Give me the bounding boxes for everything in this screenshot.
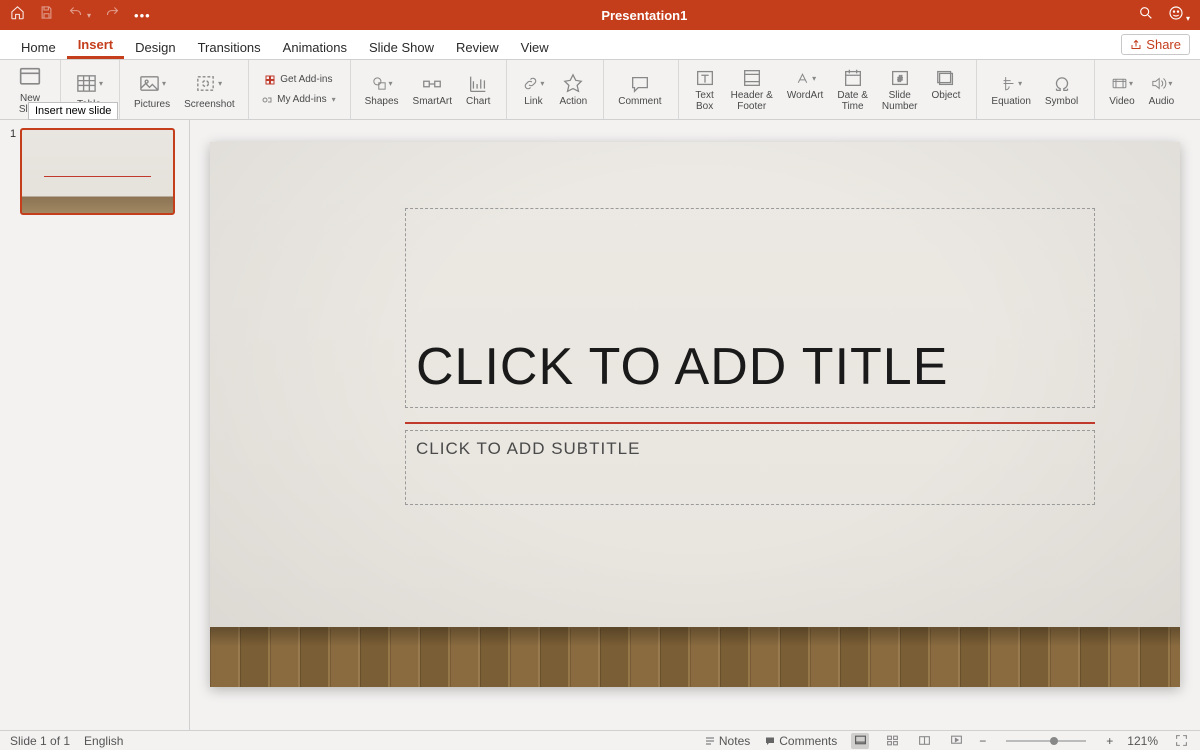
ribbon-tabs: Home Insert Design Transitions Animation… bbox=[0, 30, 1200, 60]
chart-button[interactable]: Chart bbox=[460, 71, 496, 109]
comment-icon bbox=[629, 73, 651, 95]
tab-slideshow[interactable]: Slide Show bbox=[358, 34, 445, 59]
symbol-icon bbox=[1051, 73, 1073, 95]
ribbon: New Slide ▾ Table ▾ Pictures ▾ Screensho… bbox=[0, 60, 1200, 120]
title-divider bbox=[405, 422, 1095, 424]
tab-home[interactable]: Home bbox=[10, 34, 67, 59]
tab-view[interactable]: View bbox=[510, 34, 560, 59]
equation-icon: ▾ bbox=[1000, 73, 1022, 95]
audio-button[interactable]: ▾ Audio bbox=[1143, 71, 1181, 109]
screenshot-button[interactable]: ▾ Screenshot bbox=[178, 68, 238, 112]
datetime-button[interactable]: Date & Time bbox=[831, 65, 874, 114]
tab-design[interactable]: Design bbox=[124, 34, 186, 59]
textbox-button[interactable]: Text Box bbox=[687, 65, 723, 114]
symbol-button[interactable]: Symbol bbox=[1039, 71, 1084, 109]
slide[interactable]: CLICK TO ADD TITLE CLICK TO ADD SUBTITLE bbox=[210, 142, 1180, 687]
redo-icon[interactable] bbox=[105, 5, 120, 25]
tab-insert[interactable]: Insert bbox=[67, 31, 124, 59]
home-icon[interactable] bbox=[10, 5, 25, 25]
datetime-icon bbox=[842, 67, 864, 89]
video-icon: ▾ bbox=[1111, 73, 1133, 95]
shapes-icon: ▾ bbox=[371, 73, 393, 95]
shapes-button[interactable]: ▾ Shapes bbox=[359, 71, 405, 109]
object-button[interactable]: Object bbox=[926, 65, 967, 114]
save-icon[interactable] bbox=[39, 5, 54, 25]
reading-view-icon[interactable] bbox=[915, 733, 933, 749]
chart-icon bbox=[467, 73, 489, 95]
my-addins-button[interactable]: My Add-ins▾ bbox=[257, 92, 339, 108]
subtitle-text: CLICK TO ADD SUBTITLE bbox=[416, 439, 1084, 459]
share-button[interactable]: Share bbox=[1121, 34, 1190, 55]
smartart-button[interactable]: SmartArt bbox=[407, 71, 458, 109]
tab-review[interactable]: Review bbox=[445, 34, 510, 59]
undo-icon[interactable] bbox=[68, 5, 83, 25]
search-icon[interactable] bbox=[1138, 5, 1154, 26]
thumb-number: 1 bbox=[10, 128, 16, 215]
tab-animations[interactable]: Animations bbox=[272, 34, 358, 59]
status-bar: Slide 1 of 1 English Notes Comments − + … bbox=[0, 730, 1200, 750]
header-footer-button[interactable]: Header & Footer bbox=[725, 65, 779, 114]
language-indicator[interactable]: English bbox=[84, 734, 123, 748]
slideshow-view-icon[interactable] bbox=[947, 733, 965, 749]
more-icon[interactable]: ••• bbox=[134, 8, 151, 23]
slide-indicator[interactable]: Slide 1 of 1 bbox=[10, 734, 70, 748]
workspace: 1 CLICK TO ADD TITLE CLICK TO ADD SUBTIT… bbox=[0, 120, 1200, 730]
comments-button[interactable]: Comments bbox=[764, 734, 837, 748]
object-icon bbox=[935, 67, 957, 89]
pictures-icon: ▾ bbox=[138, 70, 166, 98]
account-icon[interactable]: ▾ bbox=[1168, 5, 1190, 26]
zoom-in-icon[interactable]: + bbox=[1106, 734, 1113, 748]
video-button[interactable]: ▾ Video bbox=[1103, 71, 1140, 109]
tab-transitions[interactable]: Transitions bbox=[187, 34, 272, 59]
action-button[interactable]: Action bbox=[553, 71, 593, 109]
screenshot-icon: ▾ bbox=[194, 70, 222, 98]
slide-navigator: 1 bbox=[0, 120, 190, 730]
svg-text:#: # bbox=[897, 75, 902, 84]
share-label: Share bbox=[1146, 37, 1181, 52]
zoom-value[interactable]: 121% bbox=[1127, 734, 1158, 748]
document-title: Presentation1 bbox=[151, 8, 1138, 23]
subtitle-placeholder[interactable]: CLICK TO ADD SUBTITLE bbox=[405, 430, 1095, 505]
smartart-icon bbox=[421, 73, 443, 95]
sorter-view-icon[interactable] bbox=[883, 733, 901, 749]
get-addins-button[interactable]: Get Add-ins bbox=[260, 72, 336, 88]
slide-thumbnail[interactable] bbox=[20, 128, 175, 215]
equation-button[interactable]: ▾ Equation bbox=[985, 71, 1036, 109]
header-footer-icon bbox=[741, 67, 763, 89]
normal-view-icon[interactable] bbox=[851, 733, 869, 749]
new-slide-icon bbox=[16, 64, 44, 92]
link-icon: ▾ bbox=[522, 73, 544, 95]
title-placeholder[interactable]: CLICK TO ADD TITLE bbox=[405, 208, 1095, 408]
slide-number-button[interactable]: # Slide Number bbox=[876, 65, 924, 114]
slide-number-icon: # bbox=[889, 67, 911, 89]
notes-button[interactable]: Notes bbox=[704, 734, 750, 748]
wordart-icon: ▾ bbox=[794, 67, 816, 89]
title-bar: ▾ ••• Presentation1 ▾ bbox=[0, 0, 1200, 30]
audio-icon: ▾ bbox=[1150, 73, 1172, 95]
wordart-button[interactable]: ▾ WordArt bbox=[781, 65, 830, 114]
floor-graphic bbox=[210, 627, 1180, 687]
textbox-icon bbox=[694, 67, 716, 89]
title-text: CLICK TO ADD TITLE bbox=[416, 337, 948, 397]
pictures-button[interactable]: ▾ Pictures bbox=[128, 68, 176, 112]
zoom-out-icon[interactable]: − bbox=[979, 734, 986, 748]
comment-button[interactable]: Comment bbox=[612, 71, 667, 109]
fit-window-icon[interactable] bbox=[1172, 733, 1190, 749]
undo-dropdown-icon[interactable]: ▾ bbox=[87, 11, 91, 20]
link-button[interactable]: ▾ Link bbox=[515, 71, 551, 109]
action-icon bbox=[562, 73, 584, 95]
tooltip: Insert new slide bbox=[28, 102, 118, 120]
zoom-slider[interactable] bbox=[1006, 740, 1086, 742]
slide-canvas-area: CLICK TO ADD TITLE CLICK TO ADD SUBTITLE bbox=[190, 120, 1200, 730]
table-icon: ▾ bbox=[75, 70, 103, 98]
